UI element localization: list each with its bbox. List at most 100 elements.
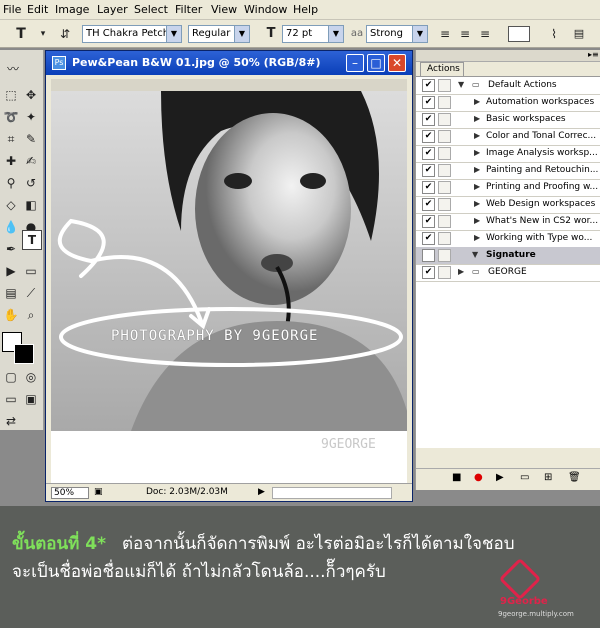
text-orientation-icon[interactable]: ⇵ xyxy=(56,25,74,43)
dialog-toggle[interactable] xyxy=(438,181,451,194)
font-style-select[interactable]: Regular ▼ xyxy=(188,25,250,43)
dialog-toggle[interactable] xyxy=(438,198,451,211)
menu-filter[interactable]: Filter xyxy=(175,3,202,16)
shape-tool-icon[interactable]: ▭ xyxy=(22,262,40,280)
panel-menu-icon[interactable]: ▸≡ xyxy=(588,50,599,59)
magic-wand-icon[interactable]: ✦ xyxy=(22,108,40,126)
eraser-tool-icon[interactable]: ◇ xyxy=(2,196,20,214)
dialog-toggle[interactable] xyxy=(438,232,451,245)
check-icon[interactable]: ✔ xyxy=(422,198,435,211)
dialog-toggle[interactable] xyxy=(438,113,451,126)
action-item[interactable]: ✔ ▶ Automation workspaces xyxy=(416,94,600,112)
full-screen-icon[interactable]: ▣ xyxy=(22,390,40,408)
new-action-icon[interactable]: ⊞ xyxy=(544,472,552,483)
align-left-icon[interactable]: ≡ xyxy=(436,25,454,43)
check-icon[interactable]: ✔ xyxy=(422,113,435,126)
action-set-george[interactable]: ✔ ▶ ▭ GEORGE xyxy=(416,264,600,282)
check-icon[interactable]: ✔ xyxy=(422,232,435,245)
record-icon[interactable]: ● xyxy=(474,472,483,483)
antialias-select[interactable]: Strong ▼ xyxy=(366,25,428,43)
check-icon[interactable]: ✔ xyxy=(422,164,435,177)
new-set-icon[interactable]: ▭ xyxy=(520,472,529,483)
align-center-icon[interactable]: ≡ xyxy=(456,25,474,43)
horizontal-scrollbar[interactable] xyxy=(272,487,392,499)
maximize-icon[interactable]: □ xyxy=(367,54,385,72)
quick-mask-icon[interactable]: ◎ xyxy=(22,368,40,386)
action-set-default[interactable]: ✔ ▼ ▭ Default Actions xyxy=(416,77,600,95)
tab-actions[interactable]: Actions xyxy=(420,62,464,76)
check-empty[interactable] xyxy=(422,249,435,262)
font-family-select[interactable]: TH Chakra Petch ▼ xyxy=(82,25,182,43)
image-canvas[interactable]: PHOTOGRAPHY BY 9GEORGE 9GEORGE xyxy=(51,91,407,483)
screen-mode-icon[interactable]: ▭ xyxy=(2,390,20,408)
action-item[interactable]: ✔ ▶ Basic workspaces xyxy=(416,111,600,129)
align-right-icon[interactable]: ≡ xyxy=(476,25,494,43)
menu-layer[interactable]: Layer xyxy=(97,3,128,16)
collapsed-triangle-icon[interactable]: ▶ xyxy=(474,233,480,242)
check-icon[interactable]: ✔ xyxy=(422,79,435,92)
action-item-selected[interactable]: ▼ Signature xyxy=(416,247,600,265)
dialog-toggle[interactable] xyxy=(438,96,451,109)
photo-overlay-text[interactable]: PHOTOGRAPHY BY 9GEORGE xyxy=(111,328,318,344)
action-item[interactable]: ✔ ▶ Image Analysis worksp... xyxy=(416,145,600,163)
history-brush-icon[interactable]: ↺ xyxy=(22,174,40,192)
zoom-field[interactable]: 50% xyxy=(51,487,89,499)
path-select-icon[interactable]: ▶ xyxy=(2,262,20,280)
stop-icon[interactable]: ■ xyxy=(452,472,461,483)
dialog-toggle[interactable] xyxy=(438,130,451,143)
menu-select[interactable]: Select xyxy=(134,3,168,16)
document-title-bar[interactable]: Ps Pew&Pean B&W 01.jpg @ 50% (RGB/8#) – … xyxy=(46,51,412,75)
collapsed-triangle-icon[interactable]: ▶ xyxy=(474,199,480,208)
menu-file[interactable]: File xyxy=(3,3,21,16)
check-icon[interactable]: ✔ xyxy=(422,215,435,228)
action-item[interactable]: ✔ ▶ What's New in CS2 wor... xyxy=(416,213,600,231)
collapsed-triangle-icon[interactable]: ▶ xyxy=(474,97,480,106)
brush-tool-icon[interactable]: ✍ xyxy=(22,152,40,170)
move-tool-icon[interactable]: ✥ xyxy=(22,86,40,104)
standard-mode-icon[interactable]: ▢ xyxy=(2,368,20,386)
collapsed-triangle-icon[interactable]: ▶ xyxy=(474,114,480,123)
dialog-toggle[interactable] xyxy=(438,164,451,177)
zoom-tool-icon[interactable]: ⌕ xyxy=(22,306,40,324)
type-tool-icon[interactable]: T xyxy=(12,25,30,43)
text-color-swatch[interactable] xyxy=(508,26,530,42)
clone-stamp-icon[interactable]: ⚲ xyxy=(2,174,20,192)
collapsed-triangle-icon[interactable]: ▶ xyxy=(474,216,480,225)
lasso-tool-icon[interactable]: ➰ xyxy=(2,108,20,126)
dialog-toggle[interactable] xyxy=(438,79,451,92)
action-item[interactable]: ✔ ▶ Painting and Retouchin... xyxy=(416,162,600,180)
action-item[interactable]: ✔ ▶ Color and Tonal Correc... xyxy=(416,128,600,146)
notes-tool-icon[interactable]: ▤ xyxy=(2,284,20,302)
check-icon[interactable]: ✔ xyxy=(422,266,435,279)
dialog-toggle[interactable] xyxy=(438,147,451,160)
action-item[interactable]: ✔ ▶ Web Design workspaces xyxy=(416,196,600,214)
dialog-toggle[interactable] xyxy=(438,249,451,262)
action-item[interactable]: ✔ ▶ Working with Type wo... xyxy=(416,230,600,248)
eyedropper-icon[interactable]: ⟋ xyxy=(22,284,40,302)
dialog-toggle[interactable] xyxy=(438,215,451,228)
healing-brush-icon[interactable]: ✚ xyxy=(2,152,20,170)
status-menu-icon[interactable]: ▶ xyxy=(258,487,265,497)
expanded-triangle-icon[interactable]: ▼ xyxy=(472,250,478,259)
font-size-select[interactable]: 72 pt ▼ xyxy=(282,25,344,43)
menu-window[interactable]: Window xyxy=(244,3,287,16)
delete-icon[interactable]: 🗑 xyxy=(568,472,581,483)
close-icon[interactable]: ✕ xyxy=(388,54,406,72)
crop-tool-icon[interactable]: ⌗ xyxy=(2,130,20,148)
palettes-icon[interactable]: ▤ xyxy=(570,25,588,43)
collapsed-triangle-icon[interactable]: ▶ xyxy=(474,165,480,174)
minimize-icon[interactable]: – xyxy=(346,54,364,72)
imageready-icon[interactable]: ⇄ xyxy=(2,412,20,430)
action-item[interactable]: ✔ ▶ Printing and Proofing w... xyxy=(416,179,600,197)
menu-view[interactable]: View xyxy=(211,3,237,16)
pen-tool-icon[interactable]: ✒ xyxy=(2,240,20,258)
hand-tool-icon[interactable]: ✋ xyxy=(2,306,20,324)
warp-text-icon[interactable]: ⌇ xyxy=(545,25,563,43)
menu-image[interactable]: Image xyxy=(55,3,89,16)
check-icon[interactable]: ✔ xyxy=(422,96,435,109)
dialog-toggle[interactable] xyxy=(438,266,451,279)
menu-edit[interactable]: Edit xyxy=(27,3,48,16)
check-icon[interactable]: ✔ xyxy=(422,130,435,143)
check-icon[interactable]: ✔ xyxy=(422,147,435,160)
collapsed-triangle-icon[interactable]: ▶ xyxy=(474,182,480,191)
